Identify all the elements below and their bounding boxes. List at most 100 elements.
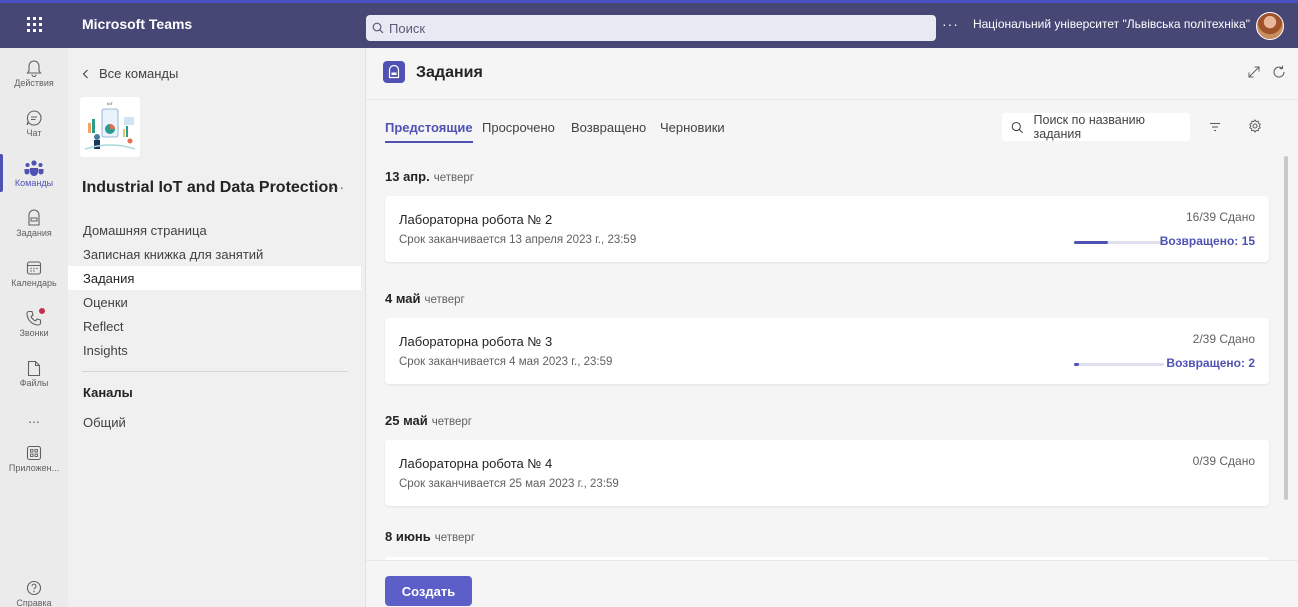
tab-returned[interactable]: Возвращено xyxy=(571,120,646,141)
apps-icon xyxy=(26,445,42,461)
org-name[interactable]: Національний університет "Львівська полі… xyxy=(973,17,1250,31)
chevron-left-icon xyxy=(82,69,88,78)
files-icon xyxy=(27,360,41,376)
rail-item-chat[interactable]: Чат xyxy=(0,98,68,148)
assignment-due: Срок заканчивается 4 мая 2023 г., 23:59 xyxy=(399,356,613,368)
assignment-search-placeholder: Поиск по названию задания xyxy=(1033,113,1145,141)
tab-drafts[interactable]: Черновики xyxy=(660,120,725,141)
rail-label: Приложен... xyxy=(8,463,60,473)
weekday-label: четверг xyxy=(431,416,472,428)
chat-icon xyxy=(26,110,42,126)
returned-count[interactable]: Возвращено: 15 xyxy=(1160,234,1255,248)
assignments-main: Задания Предстоящие Просрочено Возвращен… xyxy=(366,48,1298,607)
assignment-due: Срок заканчивается 13 апреля 2023 г., 23… xyxy=(399,234,637,246)
rail-label: Календарь xyxy=(11,278,57,288)
channels-heading: Каналы xyxy=(83,385,133,400)
team-nav-insights[interactable]: Insights xyxy=(68,338,361,362)
team-name: Industrial IoT and Data Protection xyxy=(82,179,339,196)
topbar-right: ··· Національний університет "Львівська … xyxy=(942,0,1250,48)
bell-icon xyxy=(26,60,42,77)
team-nav-assignments[interactable]: Задания xyxy=(68,266,361,290)
app-launcher-button[interactable] xyxy=(0,0,68,48)
rail-label: Действия xyxy=(14,78,54,88)
assignment-card[interactable]: Лабораторна робота № 3 Срок заканчиваетс… xyxy=(385,318,1269,384)
date-label: 8 июнь xyxy=(385,529,431,544)
assignment-name: Лабораторна робота № 4 xyxy=(399,456,553,471)
date-group-heading: 8 июнь четверг xyxy=(385,529,475,544)
create-button[interactable]: Создать xyxy=(385,576,472,606)
notification-dot xyxy=(39,308,45,314)
rail-item-teams[interactable]: Команды xyxy=(0,148,68,198)
back-label: Все команды xyxy=(99,66,179,81)
avatar[interactable] xyxy=(1256,12,1284,40)
search-icon xyxy=(1011,121,1023,133)
tab-overdue[interactable]: Просрочено xyxy=(482,120,555,141)
waffle-icon xyxy=(26,16,42,32)
submitted-count: 16/39 Сдано xyxy=(1185,210,1255,224)
rail-item-activity[interactable]: Действия xyxy=(0,48,68,98)
assignments-icon xyxy=(28,209,40,226)
team-nav-grades[interactable]: Оценки xyxy=(68,290,361,314)
main-header: Задания xyxy=(366,48,1298,100)
team-panel: Все команды IoT Industrial IoT and Data … xyxy=(68,48,366,607)
rail-item-calls[interactable]: Звонки xyxy=(0,298,68,348)
submitted-count: 2/39 Сдано xyxy=(1192,332,1255,346)
assignment-name: Лабораторна робота № 3 xyxy=(399,334,553,349)
rail-label: Команды xyxy=(14,178,54,188)
date-group-heading: 4 май четверг xyxy=(385,291,465,306)
date-group-heading: 13 апр. четверг xyxy=(385,169,474,184)
returned-progress-bar xyxy=(1074,363,1164,366)
team-logo-text: IoT xyxy=(107,101,113,106)
back-to-teams-link[interactable]: Все команды xyxy=(82,66,178,81)
settings-button[interactable] xyxy=(1248,119,1262,136)
date-label: 13 апр. xyxy=(385,169,430,184)
scrollbar[interactable] xyxy=(1284,156,1288,500)
date-label: 4 май xyxy=(385,291,421,306)
tab-upcoming[interactable]: Предстоящие xyxy=(385,120,473,143)
assignment-card[interactable]: Лабораторна робота № 4 Срок заканчиваетс… xyxy=(385,440,1269,506)
rail-label: Задания xyxy=(16,228,52,238)
date-label: 25 май xyxy=(385,413,428,428)
rail-label: Чат xyxy=(26,128,42,138)
more-options-button[interactable]: ··· xyxy=(942,16,959,32)
team-nav-home[interactable]: Домашняя страница xyxy=(68,218,361,242)
weekday-label: четверг xyxy=(434,532,476,544)
rail-label: Звонки xyxy=(19,328,49,338)
search-placeholder: Поиск xyxy=(389,20,426,36)
assignment-tabs: Предстоящие Просрочено Возвращено Чернов… xyxy=(366,100,1282,153)
rail-item-calendar[interactable]: Календарь xyxy=(0,248,68,298)
filter-icon xyxy=(1210,122,1220,132)
page-title: Задания xyxy=(416,64,483,81)
filter-button[interactable] xyxy=(1209,120,1221,135)
global-search-input[interactable]: Поиск xyxy=(366,15,936,41)
assignment-search-input[interactable]: Поиск по названию задания xyxy=(1002,113,1190,141)
rail-item-apps[interactable]: Приложен... xyxy=(0,433,68,483)
date-group-heading: 25 май четверг xyxy=(385,413,472,428)
returned-progress-bar xyxy=(1074,241,1164,244)
refresh-button[interactable] xyxy=(1272,65,1286,82)
expand-button[interactable] xyxy=(1247,65,1261,82)
team-logo-image: IoT xyxy=(80,97,140,157)
rail-item-assignments[interactable]: Задания xyxy=(0,198,68,248)
app-bar: Действия Чат Команды Задания Календарь З… xyxy=(0,48,68,607)
rail-item-help[interactable]: Справка xyxy=(0,568,68,607)
assignments-app-icon xyxy=(383,61,405,83)
weekday-label: четверг xyxy=(433,172,474,184)
teams-icon xyxy=(24,160,44,176)
assignment-name: Лабораторна робота № 2 xyxy=(399,212,553,227)
assignment-card[interactable]: Лабораторна робота № 2 Срок заканчиваетс… xyxy=(385,196,1269,262)
returned-count[interactable]: Возвращено: 2 xyxy=(1166,356,1255,370)
rail-item-files[interactable]: Файлы xyxy=(0,348,68,398)
assignment-due: Срок заканчивается 25 мая 2023 г., 23:59 xyxy=(399,478,619,490)
search-icon xyxy=(372,22,384,34)
team-nav-class-notebook[interactable]: Записная книжка для занятий xyxy=(68,242,361,266)
team-logo[interactable]: IoT xyxy=(80,97,140,157)
gear-icon xyxy=(1249,119,1261,133)
calendar-icon xyxy=(26,261,42,275)
team-nav-reflect[interactable]: Reflect xyxy=(68,314,361,338)
top-bar: Microsoft Teams Поиск ··· Національний у… xyxy=(0,0,1298,48)
divider xyxy=(82,371,348,372)
channel-general[interactable]: Общий xyxy=(68,410,361,434)
team-more-options-button[interactable]: ··· xyxy=(330,179,344,195)
help-icon xyxy=(26,580,42,596)
